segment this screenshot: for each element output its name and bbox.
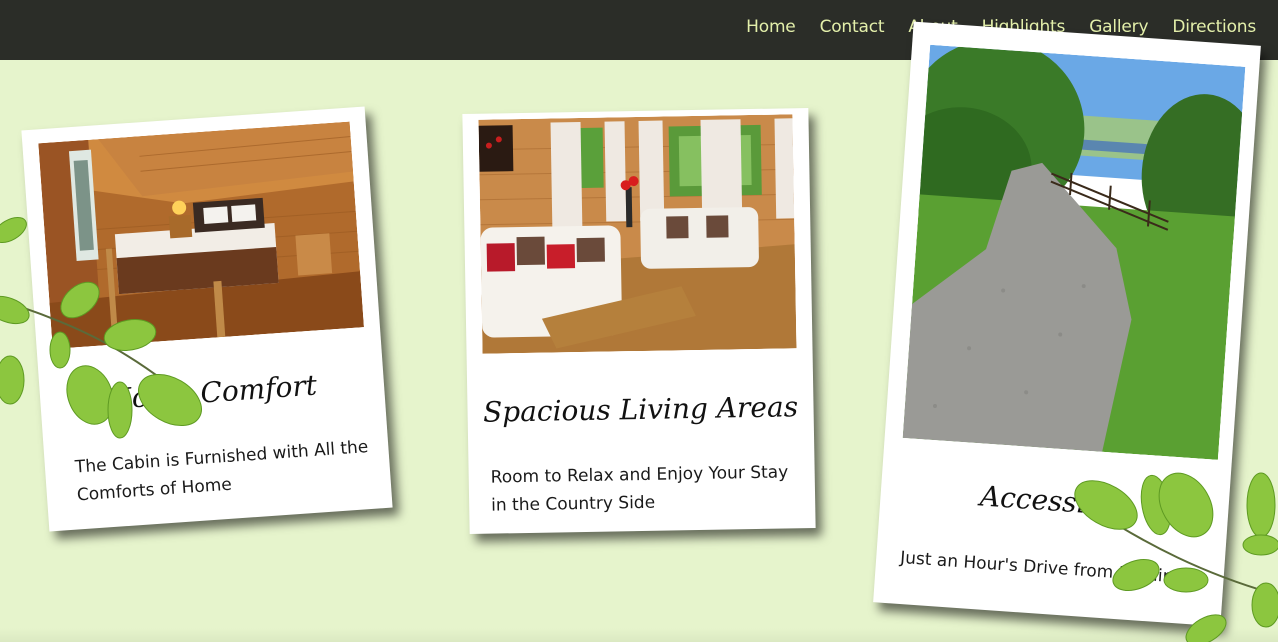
card-description: Room to Relax and Enjoy Your Stay in the… xyxy=(490,462,789,516)
card-title: Spacious Living Areas xyxy=(482,390,799,429)
driveway-photo xyxy=(902,44,1246,460)
nav-home-link[interactable]: Home xyxy=(746,17,796,37)
leaf-branch-right-icon xyxy=(1074,472,1278,642)
nav-directions-link[interactable]: Directions xyxy=(1172,17,1256,37)
living-room-photo xyxy=(478,114,797,354)
leaf-branch-left-icon xyxy=(0,217,202,439)
polaroid-card-spacious-living: Spacious Living Areas Room to Relax and … xyxy=(462,108,816,534)
nav-contact-link[interactable]: Contact xyxy=(820,17,885,37)
